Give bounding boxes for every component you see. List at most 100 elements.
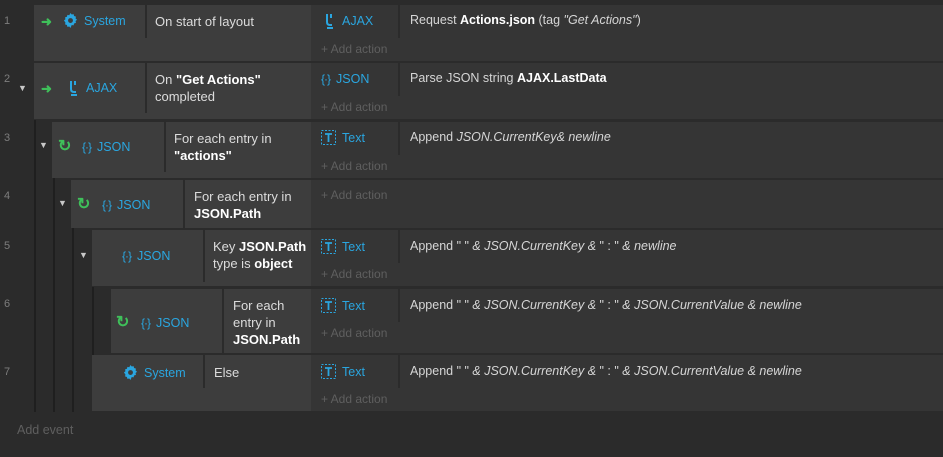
condition-object[interactable]: {·} JSON [122, 247, 170, 264]
add-event-button[interactable]: Add event [17, 423, 73, 437]
condition-object[interactable]: {·} JSON [102, 196, 150, 213]
condition-text: Else [214, 365, 240, 380]
text-segment: "Get Actions" [175, 72, 261, 87]
add-action-button[interactable]: + Add action [321, 188, 387, 202]
action-object[interactable]: Text [321, 129, 365, 146]
action-block[interactable] [311, 63, 943, 119]
text-icon [321, 239, 336, 254]
json-icon: {·} [122, 248, 132, 263]
text-segment: For each entry in [233, 298, 285, 330]
condition-object-label: AJAX [86, 80, 118, 95]
condition-text: For each entry in JSON.Path [233, 297, 309, 348]
text-segment: type is [213, 256, 255, 271]
condition-object[interactable]: System [63, 12, 126, 29]
condition-text: For each entry in JSON.Path [194, 188, 304, 222]
text-icon [321, 130, 336, 145]
event-row[interactable]: ▼ ↻ {·} JSON For each entry in JSON.Path… [55, 180, 943, 228]
text-segment: ) [636, 13, 641, 27]
condition-text: On start of layout [155, 14, 254, 29]
condition-object-label: JSON [97, 139, 131, 154]
json-icon: {·} [102, 197, 112, 212]
text-segment: & JSON.CurrentValue & newline [622, 298, 802, 312]
add-action-button[interactable]: + Add action [321, 392, 387, 406]
trigger-arrow-icon: ➜ [41, 81, 52, 96]
collapse-toggle[interactable]: ▼ [79, 250, 88, 260]
divider [164, 122, 166, 172]
text-icon [321, 364, 336, 379]
text-segment: On [155, 72, 176, 87]
divider [398, 355, 400, 388]
line-number: 3 [3, 132, 11, 144]
event-row[interactable]: System Else Text Append " " & JSON.Curre… [92, 355, 943, 411]
line-number: 1 [3, 15, 11, 27]
action-text: Request Actions.json (tag "Get Actions") [410, 13, 641, 27]
text-segment: AJAX.LastData [516, 71, 607, 85]
json-icon: {·} [82, 139, 92, 154]
divider [398, 63, 400, 96]
add-action-button[interactable]: + Add action [321, 159, 387, 173]
condition-object[interactable]: {·} JSON [82, 138, 130, 155]
add-action-button[interactable]: + Add action [321, 42, 387, 56]
text-segment: & JSON.CurrentKey & [472, 364, 600, 378]
loop-icon: ↻ [116, 314, 130, 331]
collapse-toggle[interactable]: ▼ [58, 198, 67, 208]
text-segment: & JSON.CurrentKey & [472, 239, 600, 253]
action-object-label: Text [342, 364, 365, 379]
text-segment: Append [410, 130, 457, 144]
action-text: Append " " & JSON.CurrentKey & " : " & J… [410, 364, 802, 378]
event-row[interactable]: ▼ ➜ AJAX On "Get Actions" completed {·} … [15, 63, 943, 119]
divider [398, 5, 400, 38]
text-segment: JSON.Path [194, 206, 262, 221]
text-segment: Key [213, 239, 240, 254]
trigger-arrow-icon: ➜ [41, 14, 52, 29]
divider [398, 230, 400, 263]
divider [203, 230, 205, 282]
text-segment: Append " " [410, 364, 473, 378]
text-segment: & newline [622, 239, 677, 253]
text-segment: & JSON.CurrentValue & newline [622, 364, 802, 378]
action-block[interactable] [311, 122, 943, 178]
event-row[interactable]: ▼ ↻ {·} JSON For each entry in "actions"… [36, 122, 943, 178]
action-object-label: AJAX [342, 13, 374, 28]
text-segment: " : " [599, 364, 623, 378]
divider [183, 180, 185, 228]
action-object[interactable]: {·} JSON [321, 70, 369, 87]
condition-text: For each entry in "actions" [174, 130, 304, 164]
action-object[interactable]: Text [321, 363, 365, 380]
json-icon: {·} [321, 71, 331, 86]
condition-object-label: JSON [137, 248, 171, 263]
text-segment: Parse JSON string [410, 71, 517, 85]
collapse-toggle[interactable]: ▼ [39, 140, 48, 150]
add-action-button[interactable]: + Add action [321, 326, 387, 340]
add-action-button[interactable]: + Add action [321, 100, 387, 114]
action-text: Append " " & JSON.CurrentKey & " : " & J… [410, 298, 802, 312]
line-number: 5 [3, 240, 11, 252]
condition-object[interactable]: System [123, 364, 186, 381]
add-action-button[interactable]: + Add action [321, 267, 387, 281]
condition-object-label: JSON [117, 197, 151, 212]
json-icon: {·} [141, 315, 151, 330]
text-segment: "Get Actions" [563, 13, 637, 27]
text-segment: & JSON.CurrentKey & [472, 298, 600, 312]
condition-text: On "Get Actions" completed [155, 71, 295, 105]
event-row[interactable]: ➜ System On start of layout AJAX Request… [34, 5, 943, 61]
divider [398, 289, 400, 322]
text-segment: completed [155, 89, 215, 104]
text-segment: For each entry in [194, 189, 292, 204]
event-row[interactable]: ↻ {·} JSON For each entry in JSON.Path T… [94, 289, 943, 353]
condition-object[interactable]: {·} JSON [141, 314, 189, 331]
condition-object[interactable]: AJAX [67, 79, 117, 96]
text-segment: " : " [599, 298, 623, 312]
action-object[interactable]: Text [321, 238, 365, 255]
action-text: Parse JSON string AJAX.LastData [410, 71, 607, 85]
loop-icon: ↻ [58, 138, 72, 155]
action-object-label: Text [342, 239, 365, 254]
line-number: 4 [3, 190, 11, 202]
collapse-toggle[interactable]: ▼ [18, 83, 27, 93]
text-segment: Append " " [410, 298, 473, 312]
action-object-label: Text [342, 130, 365, 145]
event-row[interactable]: ▼ {·} JSON Key JSON.Path type is object … [74, 230, 943, 286]
action-object[interactable]: Text [321, 297, 365, 314]
action-block[interactable] [311, 180, 943, 228]
action-object[interactable]: AJAX [323, 12, 373, 29]
